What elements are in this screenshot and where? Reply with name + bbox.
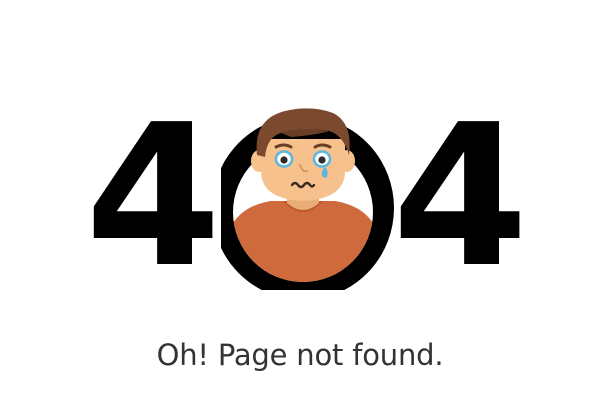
error-code-digit-first: 4 — [85, 83, 222, 311]
not-found-page: 4 4 Oh! Page not found. — [0, 0, 600, 412]
error-code: 4 4 — [85, 83, 528, 311]
error-message: Oh! Page not found. — [156, 338, 444, 372]
error-code-digit-last: 4 — [392, 83, 529, 311]
crying-man-icon — [221, 108, 394, 290]
